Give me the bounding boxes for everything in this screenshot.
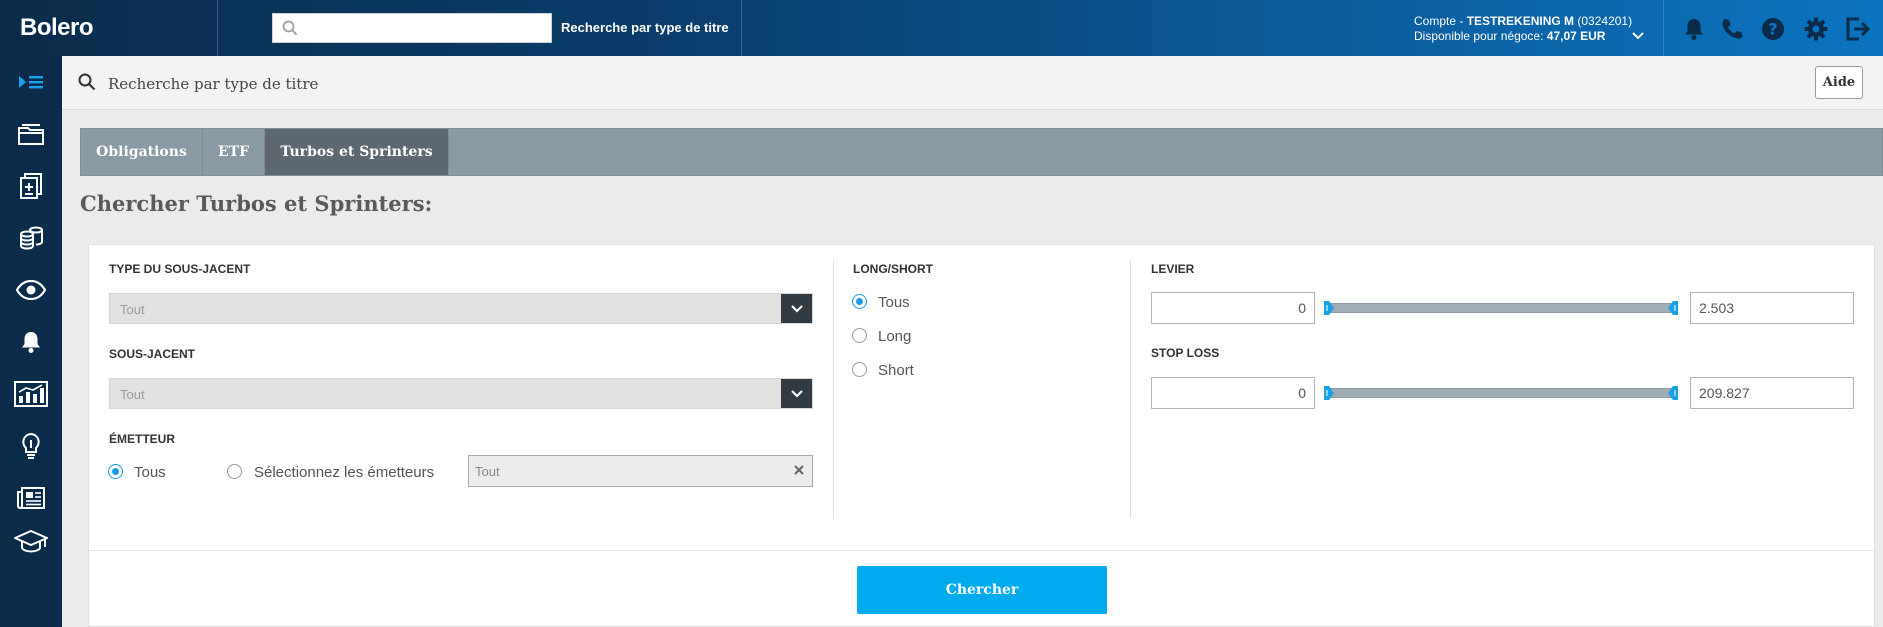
coins-icon[interactable] [0, 212, 62, 264]
issuer-select-radio[interactable] [227, 464, 242, 479]
strip-title: Recherche par type de titre [108, 75, 319, 93]
available-label: Disponible pour négoce: [1414, 29, 1547, 43]
phone-icon[interactable] [1719, 16, 1745, 42]
close-icon[interactable] [792, 463, 806, 482]
divider [833, 260, 834, 518]
education-icon[interactable] [0, 516, 62, 568]
issuer-picker-input[interactable]: Tout [468, 455, 813, 487]
underlying-type-value: Tout [120, 302, 145, 317]
leverage-max-handle[interactable] [1667, 300, 1679, 316]
underlying-type-select[interactable]: Tout [109, 293, 813, 324]
portfolio-icon[interactable] [0, 108, 62, 160]
eye-icon[interactable] [0, 264, 62, 316]
leverage-min-input[interactable]: 0 [1151, 292, 1315, 324]
help-icon[interactable]: ? [1760, 16, 1786, 42]
leverage-max-input[interactable]: 2.503 [1690, 292, 1854, 324]
menu-expand-icon[interactable] [0, 56, 62, 108]
short-label: Short [878, 362, 914, 379]
top-search-input[interactable] [272, 13, 552, 43]
available-amount: 47,07 EUR [1546, 29, 1606, 43]
divider [741, 0, 742, 56]
issuer-all-radio[interactable] [108, 464, 123, 479]
chevron-down-icon[interactable] [781, 379, 812, 408]
stop-loss-slider-track[interactable] [1328, 388, 1674, 398]
search-by-type-link[interactable]: Recherche par type de titre [561, 20, 729, 35]
underlying-value: Tout [120, 387, 145, 402]
issuer-all-label: Tous [134, 464, 166, 481]
account-selector[interactable]: Compte - TESTREKENING M (0324201) Dispon… [1414, 14, 1632, 44]
leverage-label: LEVIER [1151, 262, 1195, 276]
page-title: Chercher Turbos et Sprinters: [80, 191, 433, 216]
sidebar [0, 56, 62, 627]
stop-loss-min-input[interactable]: 0 [1151, 377, 1315, 409]
account-prefix: Compte - [1414, 14, 1467, 28]
long-label: Long [878, 328, 912, 345]
search-icon [78, 73, 96, 96]
account-number: (0324201) [1577, 14, 1633, 28]
chevron-down-icon[interactable] [1632, 27, 1644, 45]
brand-logo[interactable]: Bolero [0, 0, 218, 56]
long-short-all-label: Tous [878, 294, 910, 311]
stop-loss-max-input[interactable]: 209.827 [1690, 377, 1854, 409]
tab-turbos-sprinters[interactable]: Turbos et Sprinters [265, 129, 449, 175]
tab-bar: Obligations ETF Turbos et Sprinters [80, 128, 1883, 176]
top-bar: Bolero Recherche par type de titre Compt… [0, 0, 1883, 56]
logout-icon[interactable] [1845, 16, 1871, 42]
long-radio[interactable] [852, 328, 867, 343]
bell-icon[interactable] [1681, 16, 1707, 42]
divider [89, 550, 1874, 551]
gear-icon[interactable] [1803, 16, 1829, 42]
chart-icon[interactable] [0, 368, 62, 420]
chevron-down-icon[interactable] [781, 294, 812, 323]
account-name: TESTREKENING M [1466, 14, 1575, 28]
tab-etf[interactable]: ETF [203, 129, 265, 175]
search-button[interactable]: Chercher [857, 566, 1107, 614]
svg-text:?: ? [1768, 20, 1777, 39]
divider [1130, 260, 1131, 518]
leverage-min-handle[interactable] [1323, 300, 1335, 316]
search-strip: Recherche par type de titre Aide [62, 56, 1883, 110]
divider [1663, 0, 1664, 56]
underlying-type-label: TYPE DU SOUS-JACENT [109, 262, 251, 276]
long-short-all-radio[interactable] [852, 294, 867, 309]
issuer-label: ÉMETTEUR [109, 432, 175, 446]
help-button[interactable]: Aide [1815, 66, 1863, 99]
underlying-select[interactable]: Tout [109, 378, 813, 409]
stop-loss-label: STOP LOSS [1151, 346, 1220, 360]
orders-icon[interactable] [0, 160, 62, 212]
search-icon [282, 20, 298, 41]
long-short-label: LONG/SHORT [853, 262, 933, 276]
stop-loss-min-handle[interactable] [1323, 385, 1335, 401]
leverage-slider-track[interactable] [1328, 303, 1674, 313]
tab-obligations[interactable]: Obligations [81, 129, 203, 175]
alert-bell-icon[interactable] [0, 316, 62, 368]
stop-loss-max-handle[interactable] [1667, 385, 1679, 401]
issuer-select-label: Sélectionnez les émetteurs [254, 464, 435, 481]
underlying-label: SOUS-JACENT [109, 347, 196, 361]
short-radio[interactable] [852, 362, 867, 377]
issuer-picker-value: Tout [475, 464, 500, 479]
idea-icon[interactable] [0, 420, 62, 472]
